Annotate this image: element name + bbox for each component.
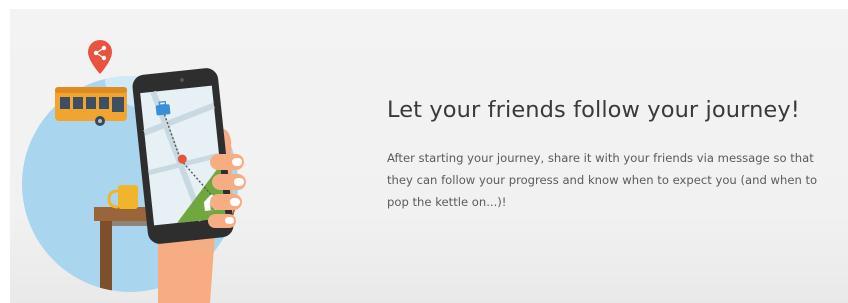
share-location-pin-icon (88, 40, 112, 74)
journey-illustration (22, 40, 246, 303)
feature-headline: Let your friends follow your journey! (387, 97, 800, 123)
feature-text: Let your friends follow your journey! Af… (387, 97, 837, 213)
feature-panel: Let your friends follow your journey! Af… (10, 9, 848, 303)
bus-icon (55, 87, 127, 126)
feature-description: After starting your journey, share it wi… (387, 151, 818, 209)
